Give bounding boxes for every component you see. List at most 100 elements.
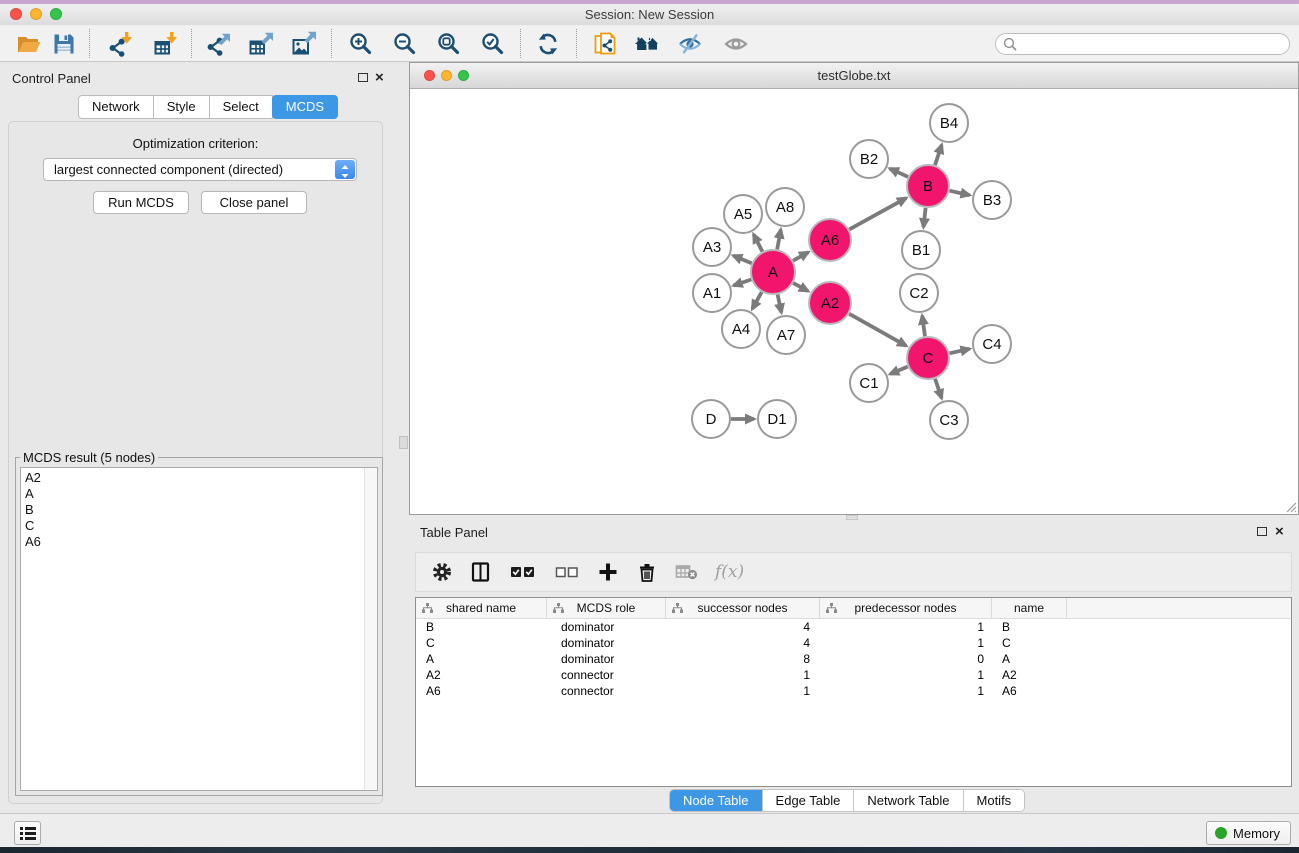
graph-edge[interactable] xyxy=(849,198,906,229)
tab-network[interactable]: Network xyxy=(78,95,154,119)
refresh-button[interactable] xyxy=(534,30,562,58)
table-panel-float-button[interactable] xyxy=(1257,527,1267,536)
task-history-button[interactable] xyxy=(14,821,41,845)
graph-node-A2[interactable]: A2 xyxy=(809,282,851,324)
close-window-button[interactable] xyxy=(10,8,22,20)
memory-button[interactable]: Memory xyxy=(1206,821,1291,845)
delete-column-button[interactable] xyxy=(635,560,659,584)
graph-node-A6[interactable]: A6 xyxy=(809,219,851,261)
add-column-button[interactable] xyxy=(596,560,620,584)
clone-network-button[interactable] xyxy=(592,30,620,58)
graph-edge[interactable] xyxy=(793,283,808,291)
network-canvas[interactable]: AA1A3A5A8A6A2A4A7BB1B2B3B4CC1C2C3C4DD1 xyxy=(410,90,1298,514)
graph-node-B3[interactable]: B3 xyxy=(973,181,1011,219)
table-row[interactable]: A6connector11A6 xyxy=(416,683,1291,699)
zoom-out-button[interactable] xyxy=(391,30,419,58)
graph-node-A4[interactable]: A4 xyxy=(722,310,760,348)
mcds-result-item[interactable]: B xyxy=(21,502,377,518)
tab-style[interactable]: Style xyxy=(153,95,210,119)
graph-edge[interactable] xyxy=(935,145,942,165)
tab-edge-table[interactable]: Edge Table xyxy=(762,790,854,811)
mcds-result-item[interactable]: A2 xyxy=(21,470,377,486)
mcds-result-item[interactable]: C xyxy=(21,518,377,534)
table-settings-button[interactable] xyxy=(430,560,454,584)
tab-mcds[interactable]: MCDS xyxy=(272,95,338,119)
table-row[interactable]: A2connector11A2 xyxy=(416,667,1291,683)
deselect-all-button[interactable] xyxy=(553,560,581,584)
import-network-button[interactable] xyxy=(107,30,135,58)
table-row[interactable]: Cdominator41C xyxy=(416,635,1291,651)
graph-node-C1[interactable]: C1 xyxy=(850,364,888,402)
column-header-mcds-role[interactable]: MCDS role xyxy=(547,598,666,618)
table-panel-close-button[interactable]: × xyxy=(1275,526,1284,538)
table-row[interactable]: Bdominator41B xyxy=(416,619,1291,635)
graph-node-C[interactable]: C xyxy=(907,337,949,379)
minimize-window-button[interactable] xyxy=(30,8,42,20)
graph-node-A[interactable]: A xyxy=(751,250,795,294)
graph-node-B1[interactable]: B1 xyxy=(902,231,940,269)
graph-node-B4[interactable]: B4 xyxy=(930,104,968,142)
network-close-button[interactable] xyxy=(424,70,435,81)
tab-motifs[interactable]: Motifs xyxy=(963,790,1025,811)
graph-edge[interactable] xyxy=(778,295,782,313)
graph-edge[interactable] xyxy=(733,256,751,264)
function-builder-button[interactable]: f(x) xyxy=(715,562,744,582)
column-header-successor-nodes[interactable]: successor nodes xyxy=(666,598,820,618)
select-all-button[interactable] xyxy=(508,560,538,584)
graph-edge[interactable] xyxy=(752,292,761,309)
mcds-list-scrollbar[interactable] xyxy=(364,468,377,790)
import-table-button[interactable] xyxy=(152,30,180,58)
graph-edge[interactable] xyxy=(922,316,925,336)
hide-details-button[interactable] xyxy=(676,30,704,58)
mcds-result-item[interactable]: A6 xyxy=(21,534,377,550)
splitpane-handle[interactable] xyxy=(846,515,858,520)
column-header-predecessor-nodes[interactable]: predecessor nodes xyxy=(820,598,992,618)
close-panel-button[interactable]: Close panel xyxy=(201,191,307,214)
zoom-selected-button[interactable] xyxy=(479,30,507,58)
delete-table-button[interactable] xyxy=(674,560,700,584)
graph-edge[interactable] xyxy=(890,367,908,374)
graph-node-C3[interactable]: C3 xyxy=(930,401,968,439)
graph-node-A7[interactable]: A7 xyxy=(767,316,805,354)
criterion-dropdown[interactable]: largest connected component (directed) xyxy=(43,158,357,181)
column-header-name[interactable]: name xyxy=(992,598,1067,618)
search-input[interactable] xyxy=(1022,35,1282,53)
tab-node-table[interactable]: Node Table xyxy=(670,790,762,811)
maximize-window-button[interactable] xyxy=(50,8,62,20)
graph-edge[interactable] xyxy=(924,208,926,227)
export-network-button[interactable] xyxy=(205,30,233,58)
graph-node-B2[interactable]: B2 xyxy=(850,140,888,178)
open-session-button[interactable] xyxy=(15,30,43,58)
graph-node-A5[interactable]: A5 xyxy=(724,195,762,233)
export-image-button[interactable] xyxy=(290,30,318,58)
graph-node-D[interactable]: D xyxy=(692,400,730,438)
graph-edge[interactable] xyxy=(793,252,808,261)
home-button[interactable] xyxy=(633,30,661,58)
zoom-fit-button[interactable] xyxy=(435,30,463,58)
graph-edge[interactable] xyxy=(935,379,942,398)
export-table-button[interactable] xyxy=(247,30,275,58)
graph-node-C4[interactable]: C4 xyxy=(973,325,1011,363)
graph-edge[interactable] xyxy=(890,169,908,177)
graph-edge[interactable] xyxy=(734,280,752,286)
table-row[interactable]: Adominator80A xyxy=(416,651,1291,667)
graph-edge[interactable] xyxy=(849,314,906,346)
splitpane-handle[interactable] xyxy=(399,436,408,449)
graph-node-A3[interactable]: A3 xyxy=(693,228,731,266)
graph-edge[interactable] xyxy=(950,191,970,195)
graph-node-C2[interactable]: C2 xyxy=(900,274,938,312)
graph-edge[interactable] xyxy=(754,234,763,251)
tab-network-table[interactable]: Network Table xyxy=(853,790,962,811)
control-panel-close-button[interactable]: × xyxy=(375,72,384,84)
column-header-shared-name[interactable]: shared name xyxy=(416,598,547,618)
graph-node-D1[interactable]: D1 xyxy=(758,400,796,438)
show-columns-button[interactable] xyxy=(469,560,493,584)
network-maximize-button[interactable] xyxy=(458,70,469,81)
graph-node-B[interactable]: B xyxy=(907,165,949,207)
mcds-result-item[interactable]: A xyxy=(21,486,377,502)
resize-grip-icon[interactable] xyxy=(1283,499,1297,513)
graph-edge[interactable] xyxy=(777,230,781,250)
graph-node-A8[interactable]: A8 xyxy=(766,188,804,226)
control-panel-float-button[interactable] xyxy=(358,73,368,82)
network-minimize-button[interactable] xyxy=(441,70,452,81)
